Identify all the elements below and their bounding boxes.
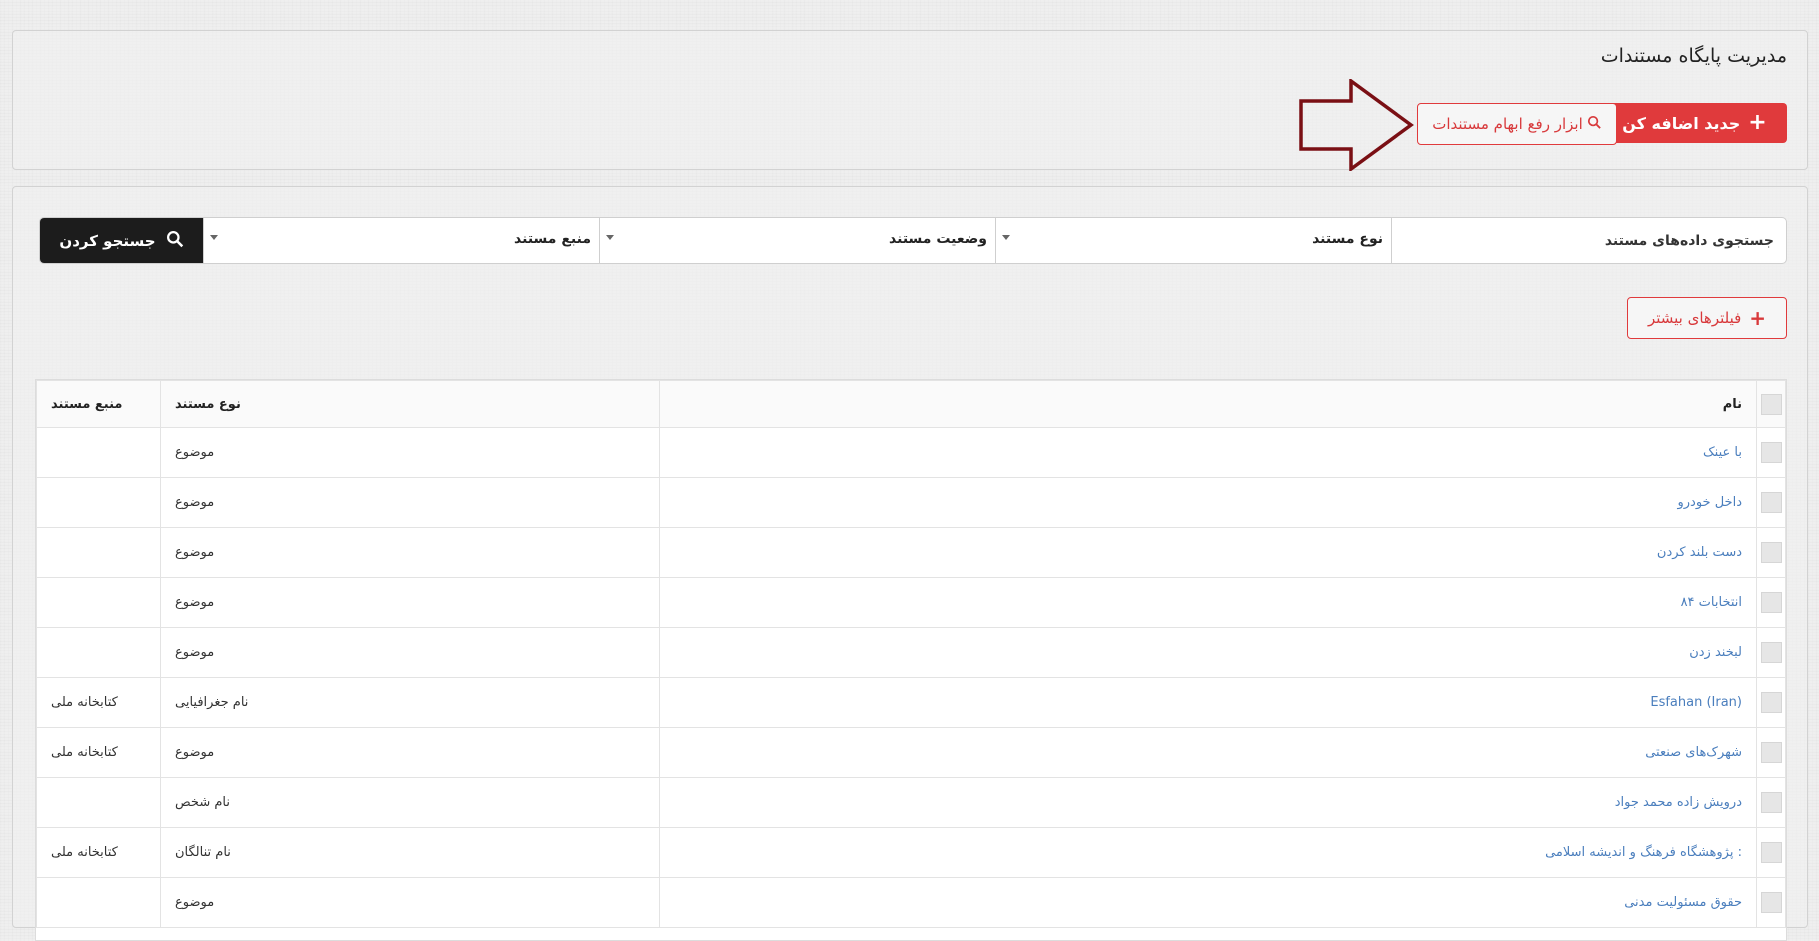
row-checkbox[interactable] [1760, 492, 1782, 513]
row-name-link[interactable]: انتخابات ۸۴ [659, 577, 1757, 628]
row-checkbox-cell[interactable] [1756, 777, 1786, 828]
table-row[interactable]: Esfahan (Iran) نام جغرافیایی کتابخانه ملی [36, 677, 1786, 728]
row-doc-source: کتابخانه ملی [36, 677, 161, 728]
row-name-link[interactable]: : پژوهشگاه فرهنگ و اندیشه اسلامی [659, 827, 1757, 878]
select-all-checkbox[interactable] [1756, 380, 1786, 428]
table-row[interactable]: درویش زاده محمد جواد نام شخص [36, 777, 1786, 828]
doc-source-select[interactable]: منبع مستند [203, 218, 599, 263]
add-new-button[interactable]: + جدید اضافه کن [1602, 103, 1787, 143]
row-doc-type: موضوع [160, 627, 660, 678]
doc-status-label: وضعیت مستند [889, 231, 987, 247]
table-row[interactable]: انتخابات ۸۴ موضوع [36, 577, 1786, 628]
row-name-link[interactable]: داخل خودرو [659, 477, 1757, 528]
table-row[interactable]: حقوق مسئولیت مدنی موضوع [36, 877, 1786, 928]
row-checkbox[interactable] [1760, 742, 1782, 763]
more-filters-button[interactable]: + فیلترهای بیشتر [1627, 297, 1787, 339]
table-row[interactable]: شهرک‌های صنعتی موضوع کتابخانه ملی [36, 727, 1786, 778]
doc-status-select[interactable]: وضعیت مستند [599, 218, 995, 263]
doc-type-select[interactable]: نوع مستند [995, 218, 1391, 263]
row-doc-type: موضوع [160, 877, 660, 928]
row-name-link[interactable]: با عینک [659, 427, 1757, 478]
row-checkbox-cell[interactable] [1756, 727, 1786, 778]
row-doc-source [36, 777, 161, 828]
row-doc-source [36, 427, 161, 478]
row-doc-type: موضوع [160, 427, 660, 478]
table-row[interactable]: دست بلند کردن موضوع [36, 527, 1786, 578]
row-checkbox-cell[interactable] [1756, 877, 1786, 928]
disambiguation-tool-button[interactable]: ابزار رفع ابهام مستندات [1417, 103, 1617, 145]
column-header-doc-source[interactable]: منبع مستند [36, 380, 161, 428]
header-panel: مدیریت پایگاه مستندات + جدید اضافه کن اب… [12, 30, 1808, 171]
row-checkbox[interactable] [1760, 592, 1782, 613]
row-name-link[interactable]: حقوق مسئولیت مدنی [659, 877, 1757, 928]
table-row[interactable]: با عینک موضوع [36, 427, 1786, 478]
page-title: مدیریت پایگاه مستندات [1600, 45, 1787, 67]
row-checkbox[interactable] [1760, 792, 1782, 813]
row-doc-type: موضوع [160, 727, 660, 778]
row-name-link[interactable]: درویش زاده محمد جواد [659, 777, 1757, 828]
search-button[interactable]: جستجو کردن [40, 218, 203, 263]
row-doc-type: موضوع [160, 577, 660, 628]
row-doc-type: نام شخص [160, 777, 660, 828]
search-icon [1587, 115, 1602, 134]
search-icon [166, 230, 184, 252]
row-doc-source [36, 477, 161, 528]
row-doc-source [36, 577, 161, 628]
plus-icon: + [1748, 110, 1767, 135]
more-filters-label: فیلترهای بیشتر [1647, 309, 1742, 327]
search-input[interactable]: جستجوی داده‌های مستند [1391, 218, 1786, 263]
doc-type-label: نوع مستند [1312, 231, 1383, 247]
row-checkbox[interactable] [1760, 542, 1782, 563]
checkbox[interactable] [1760, 393, 1782, 415]
row-checkbox[interactable] [1760, 892, 1782, 913]
table-row[interactable]: : پژوهشگاه فرهنگ و اندیشه اسلامی نام تنال… [36, 827, 1786, 878]
search-panel: جستجوی داده‌های مستند نوع مستند وضعیت مس… [12, 186, 1808, 941]
column-header-doc-type[interactable]: نوع مستند [160, 380, 660, 428]
table-row[interactable]: لبخند زدن موضوع [36, 627, 1786, 678]
row-name-link[interactable]: شهرک‌های صنعتی [659, 727, 1757, 778]
row-name-link[interactable]: دست بلند کردن [659, 527, 1757, 578]
row-checkbox-cell[interactable] [1756, 527, 1786, 578]
row-doc-type: موضوع [160, 527, 660, 578]
row-checkbox-cell[interactable] [1756, 677, 1786, 728]
caret-down-icon [210, 235, 218, 240]
row-doc-type: نام تنالگان [160, 827, 660, 878]
documents-table: نام نوع مستند منبع مستند با عینک موضوع داخ… [35, 379, 1787, 941]
row-checkbox[interactable] [1760, 692, 1782, 713]
disambiguation-tool-label: ابزار رفع ابهام مستندات [1432, 115, 1583, 133]
add-new-label: جدید اضافه کن [1622, 113, 1741, 133]
plus-icon: + [1749, 306, 1767, 330]
caret-down-icon [606, 235, 614, 240]
caret-down-icon [1002, 235, 1010, 240]
row-doc-source [36, 527, 161, 578]
row-doc-type: نام جغرافیایی [160, 677, 660, 728]
row-checkbox[interactable] [1760, 642, 1782, 663]
table-row[interactable]: داخل خودرو موضوع [36, 477, 1786, 528]
table-header-row: نام نوع مستند منبع مستند [36, 380, 1786, 428]
row-checkbox-cell[interactable] [1756, 477, 1786, 528]
row-checkbox-cell[interactable] [1756, 427, 1786, 478]
row-name-link[interactable]: Esfahan (Iran) [659, 677, 1757, 728]
row-name-link[interactable]: لبخند زدن [659, 627, 1757, 678]
row-doc-source [36, 877, 161, 928]
row-checkbox[interactable] [1760, 442, 1782, 463]
row-doc-source: کتابخانه ملی [36, 727, 161, 778]
doc-source-label: منبع مستند [514, 231, 591, 247]
annotation-arrow-icon [1299, 79, 1414, 171]
row-doc-type: موضوع [160, 477, 660, 528]
column-header-name[interactable]: نام [659, 380, 1757, 428]
filter-bar: جستجوی داده‌های مستند نوع مستند وضعیت مس… [39, 217, 1787, 264]
row-doc-source [36, 627, 161, 678]
row-doc-source: کتابخانه ملی [36, 827, 161, 878]
search-button-label: جستجو کردن [59, 231, 156, 250]
row-checkbox[interactable] [1760, 842, 1782, 863]
row-checkbox-cell[interactable] [1756, 827, 1786, 878]
row-checkbox-cell[interactable] [1756, 577, 1786, 628]
row-checkbox-cell[interactable] [1756, 627, 1786, 678]
